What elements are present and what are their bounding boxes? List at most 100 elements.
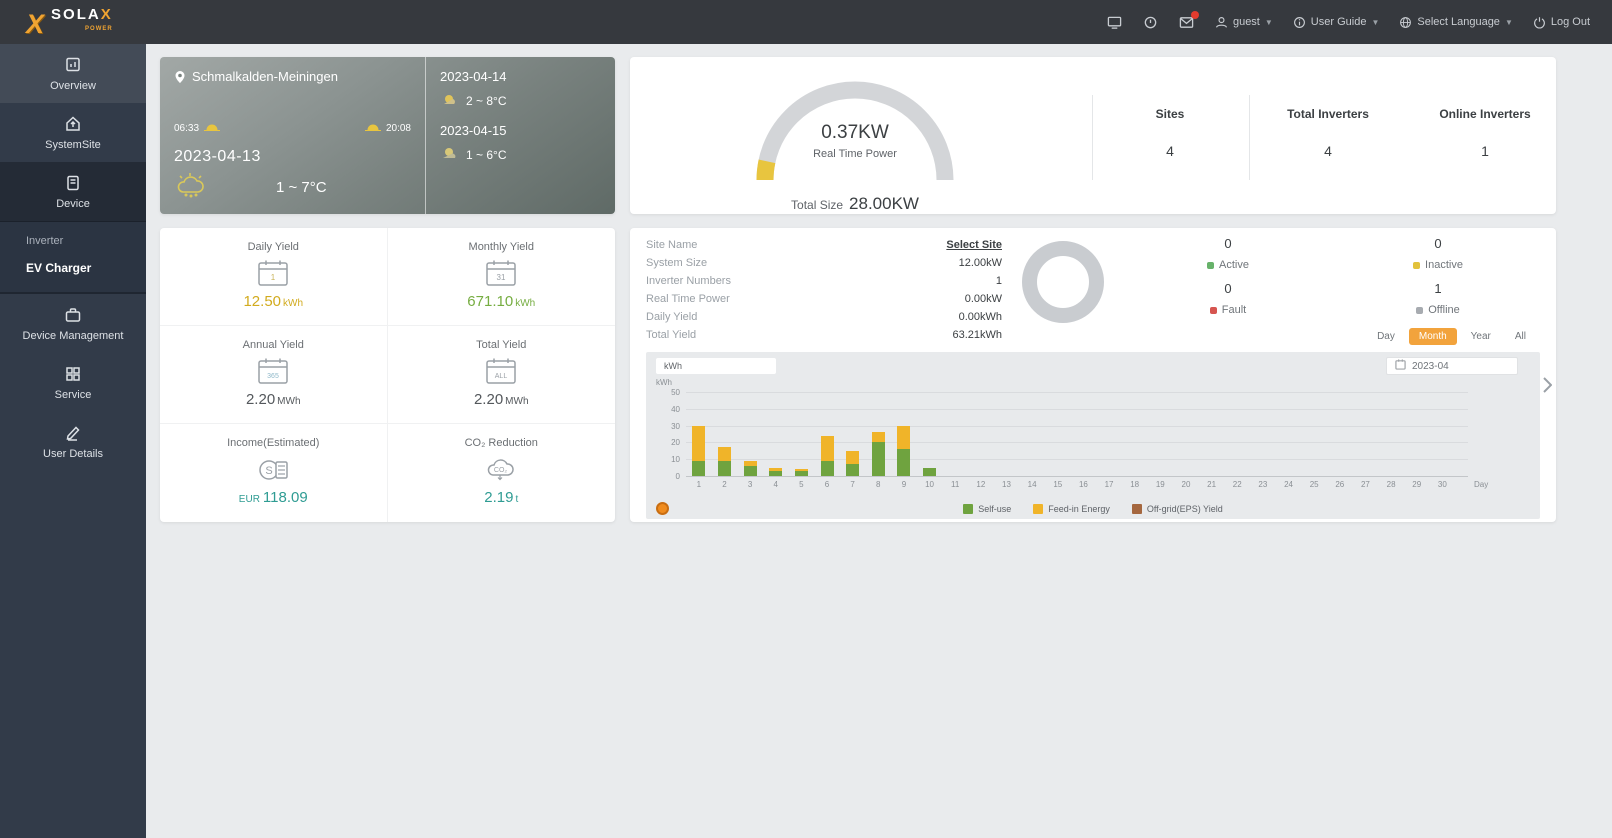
- range-month-button[interactable]: Month: [1408, 328, 1457, 345]
- gridline: [686, 442, 1468, 444]
- user-menu[interactable]: guest ▼: [1215, 16, 1273, 29]
- bar-segment: [743, 460, 757, 466]
- tile-co2-reduction: CO₂ Reduction CO₂ 2.19 t: [388, 424, 616, 522]
- x-tick-label: 9: [901, 480, 907, 489]
- legend-swatch: [963, 504, 974, 514]
- x-tick-label: 24: [1284, 480, 1293, 489]
- svg-text:ALL: ALL: [495, 373, 508, 380]
- x-tick-label: 17: [1104, 480, 1114, 489]
- alarm-icon[interactable]: [1143, 14, 1159, 30]
- tile-daily-yield: Daily Yield 1 12.50 kWh: [160, 228, 388, 326]
- user-guide-label: User Guide: [1310, 16, 1367, 28]
- forecast-date: 2023-04-15: [440, 123, 507, 138]
- chevron-down-icon: ▼: [1264, 17, 1273, 27]
- site-detail-list: Site Name Select Site System Size 12.00k…: [646, 236, 1002, 344]
- sidebar-subitem-ev-charger[interactable]: EV Charger: [0, 254, 146, 282]
- sidebar-item-overview[interactable]: Overview: [0, 44, 146, 103]
- sunrise-time: 06:33: [174, 122, 200, 134]
- brand-sub: POWER: [85, 26, 113, 32]
- bar-segment: [846, 464, 860, 476]
- bar-segment: [769, 467, 783, 471]
- orange-indicator-dot: [656, 502, 669, 515]
- sidebar-item-device[interactable]: Device: [0, 162, 146, 222]
- forecast-day-1: 2023-04-14 2 ~ 8°C: [440, 69, 601, 109]
- sidebar-item-user-details[interactable]: User Details: [0, 412, 146, 471]
- detail-value: 63.21kWh: [952, 329, 1002, 341]
- forecast-weather-icon: [440, 92, 458, 109]
- gridline: [686, 459, 1468, 461]
- location-pin-icon: [175, 70, 185, 83]
- date-picker[interactable]: 2023-04: [1386, 357, 1518, 375]
- message-icon[interactable]: [1179, 11, 1199, 30]
- solax-dashboard: X SOLAX POWER guest ▼ User Guide ▼ Selec…: [0, 0, 1612, 838]
- tile-value: 2.20 MWh: [473, 391, 529, 408]
- x-tick-label: 15: [1053, 480, 1063, 489]
- bar-segment: [692, 460, 706, 476]
- x-tick-label: 20: [1181, 480, 1191, 489]
- tile-label: Monthly Yield: [468, 241, 534, 253]
- tile-value: 2.20 MWh: [245, 391, 301, 408]
- brand-x: X: [100, 6, 113, 23]
- sidebar-item-device-management[interactable]: Device Management: [0, 294, 146, 353]
- sidebar-subitem-inverter[interactable]: Inverter: [0, 228, 146, 254]
- user-guide-menu[interactable]: User Guide ▼: [1293, 16, 1380, 29]
- range-all-button[interactable]: All: [1504, 328, 1536, 345]
- sunrise-icon: [204, 122, 221, 134]
- bar-segment: [897, 425, 911, 450]
- tile-value: 12.50 kWh: [243, 293, 304, 310]
- detail-label: Inverter Numbers: [646, 275, 731, 287]
- language-menu[interactable]: Select Language ▼: [1399, 16, 1513, 29]
- x-tick-label: 1: [696, 480, 702, 489]
- gridline: [686, 408, 1468, 410]
- legend-label: Self-use: [978, 504, 1012, 514]
- weather-today: Schmalkalden-Meiningen 06:33 20:08 2023-…: [160, 57, 425, 214]
- chevron-down-icon: ▼: [1371, 17, 1380, 27]
- select-site-link[interactable]: Select Site: [946, 239, 1002, 251]
- sunset-icon: [364, 122, 381, 134]
- sidebar-item-label: Device Management: [22, 330, 124, 342]
- logout-label: Log Out: [1550, 16, 1590, 28]
- tile-label: Total Yield: [476, 339, 527, 351]
- stat-sites: Sites 4: [1090, 57, 1250, 159]
- x-tick-label: 28: [1386, 480, 1396, 489]
- sunset: 20:08: [364, 122, 411, 134]
- monitor-icon[interactable]: [1107, 14, 1123, 30]
- sidebar-item-systemsite[interactable]: SystemSite: [0, 103, 146, 162]
- detail-value: 1: [995, 275, 1002, 287]
- x-tick-label: 18: [1130, 480, 1140, 489]
- sunset-time: 20:08: [385, 122, 411, 134]
- stat-label: Sites: [1155, 107, 1185, 121]
- range-year-button[interactable]: Year: [1460, 328, 1501, 345]
- x-tick-label: 27: [1360, 480, 1370, 489]
- next-page-arrow[interactable]: [1540, 374, 1554, 396]
- legend-swatch: [1131, 504, 1142, 514]
- tile-label: Daily Yield: [247, 241, 299, 253]
- calendar-icon: [1395, 359, 1406, 373]
- total-size-label: Total Size: [791, 198, 844, 212]
- forecast-temp: 1 ~ 6°C: [466, 147, 507, 162]
- sidebar-item-label: Device: [56, 198, 90, 210]
- briefcase-icon: [64, 306, 82, 324]
- svg-text:S: S: [266, 465, 273, 477]
- detail-row-inverter-numbers: Inverter Numbers 1: [646, 272, 1002, 290]
- x-tick-label: 3: [747, 480, 753, 489]
- total-size: Total Size 28.00KW: [745, 194, 965, 214]
- y-tick-label: 40: [671, 404, 680, 414]
- x-tick-label: 19: [1155, 480, 1165, 489]
- unit-selector[interactable]: kWh: [656, 358, 776, 374]
- sidebar-item-service[interactable]: Service: [0, 353, 146, 412]
- site-details-card: Site Name Select Site System Size 12.00k…: [630, 228, 1556, 522]
- status-column-2: 0 Inactive 1 Offline: [1378, 236, 1498, 326]
- stat-value: 1: [1481, 143, 1489, 159]
- svg-text:365: 365: [267, 373, 279, 380]
- range-day-button[interactable]: Day: [1367, 328, 1405, 345]
- x-tick-label: 4: [773, 480, 778, 489]
- overview-icon: [64, 56, 82, 74]
- detail-label: Real Time Power: [646, 293, 730, 305]
- stat-label: Total Inverters: [1287, 107, 1369, 121]
- status-label: Fault: [1221, 304, 1247, 316]
- detail-label: Daily Yield: [646, 311, 698, 323]
- x-tick-label: 16: [1078, 480, 1088, 489]
- logout-button[interactable]: Log Out: [1533, 16, 1590, 29]
- service-icon: [64, 365, 82, 383]
